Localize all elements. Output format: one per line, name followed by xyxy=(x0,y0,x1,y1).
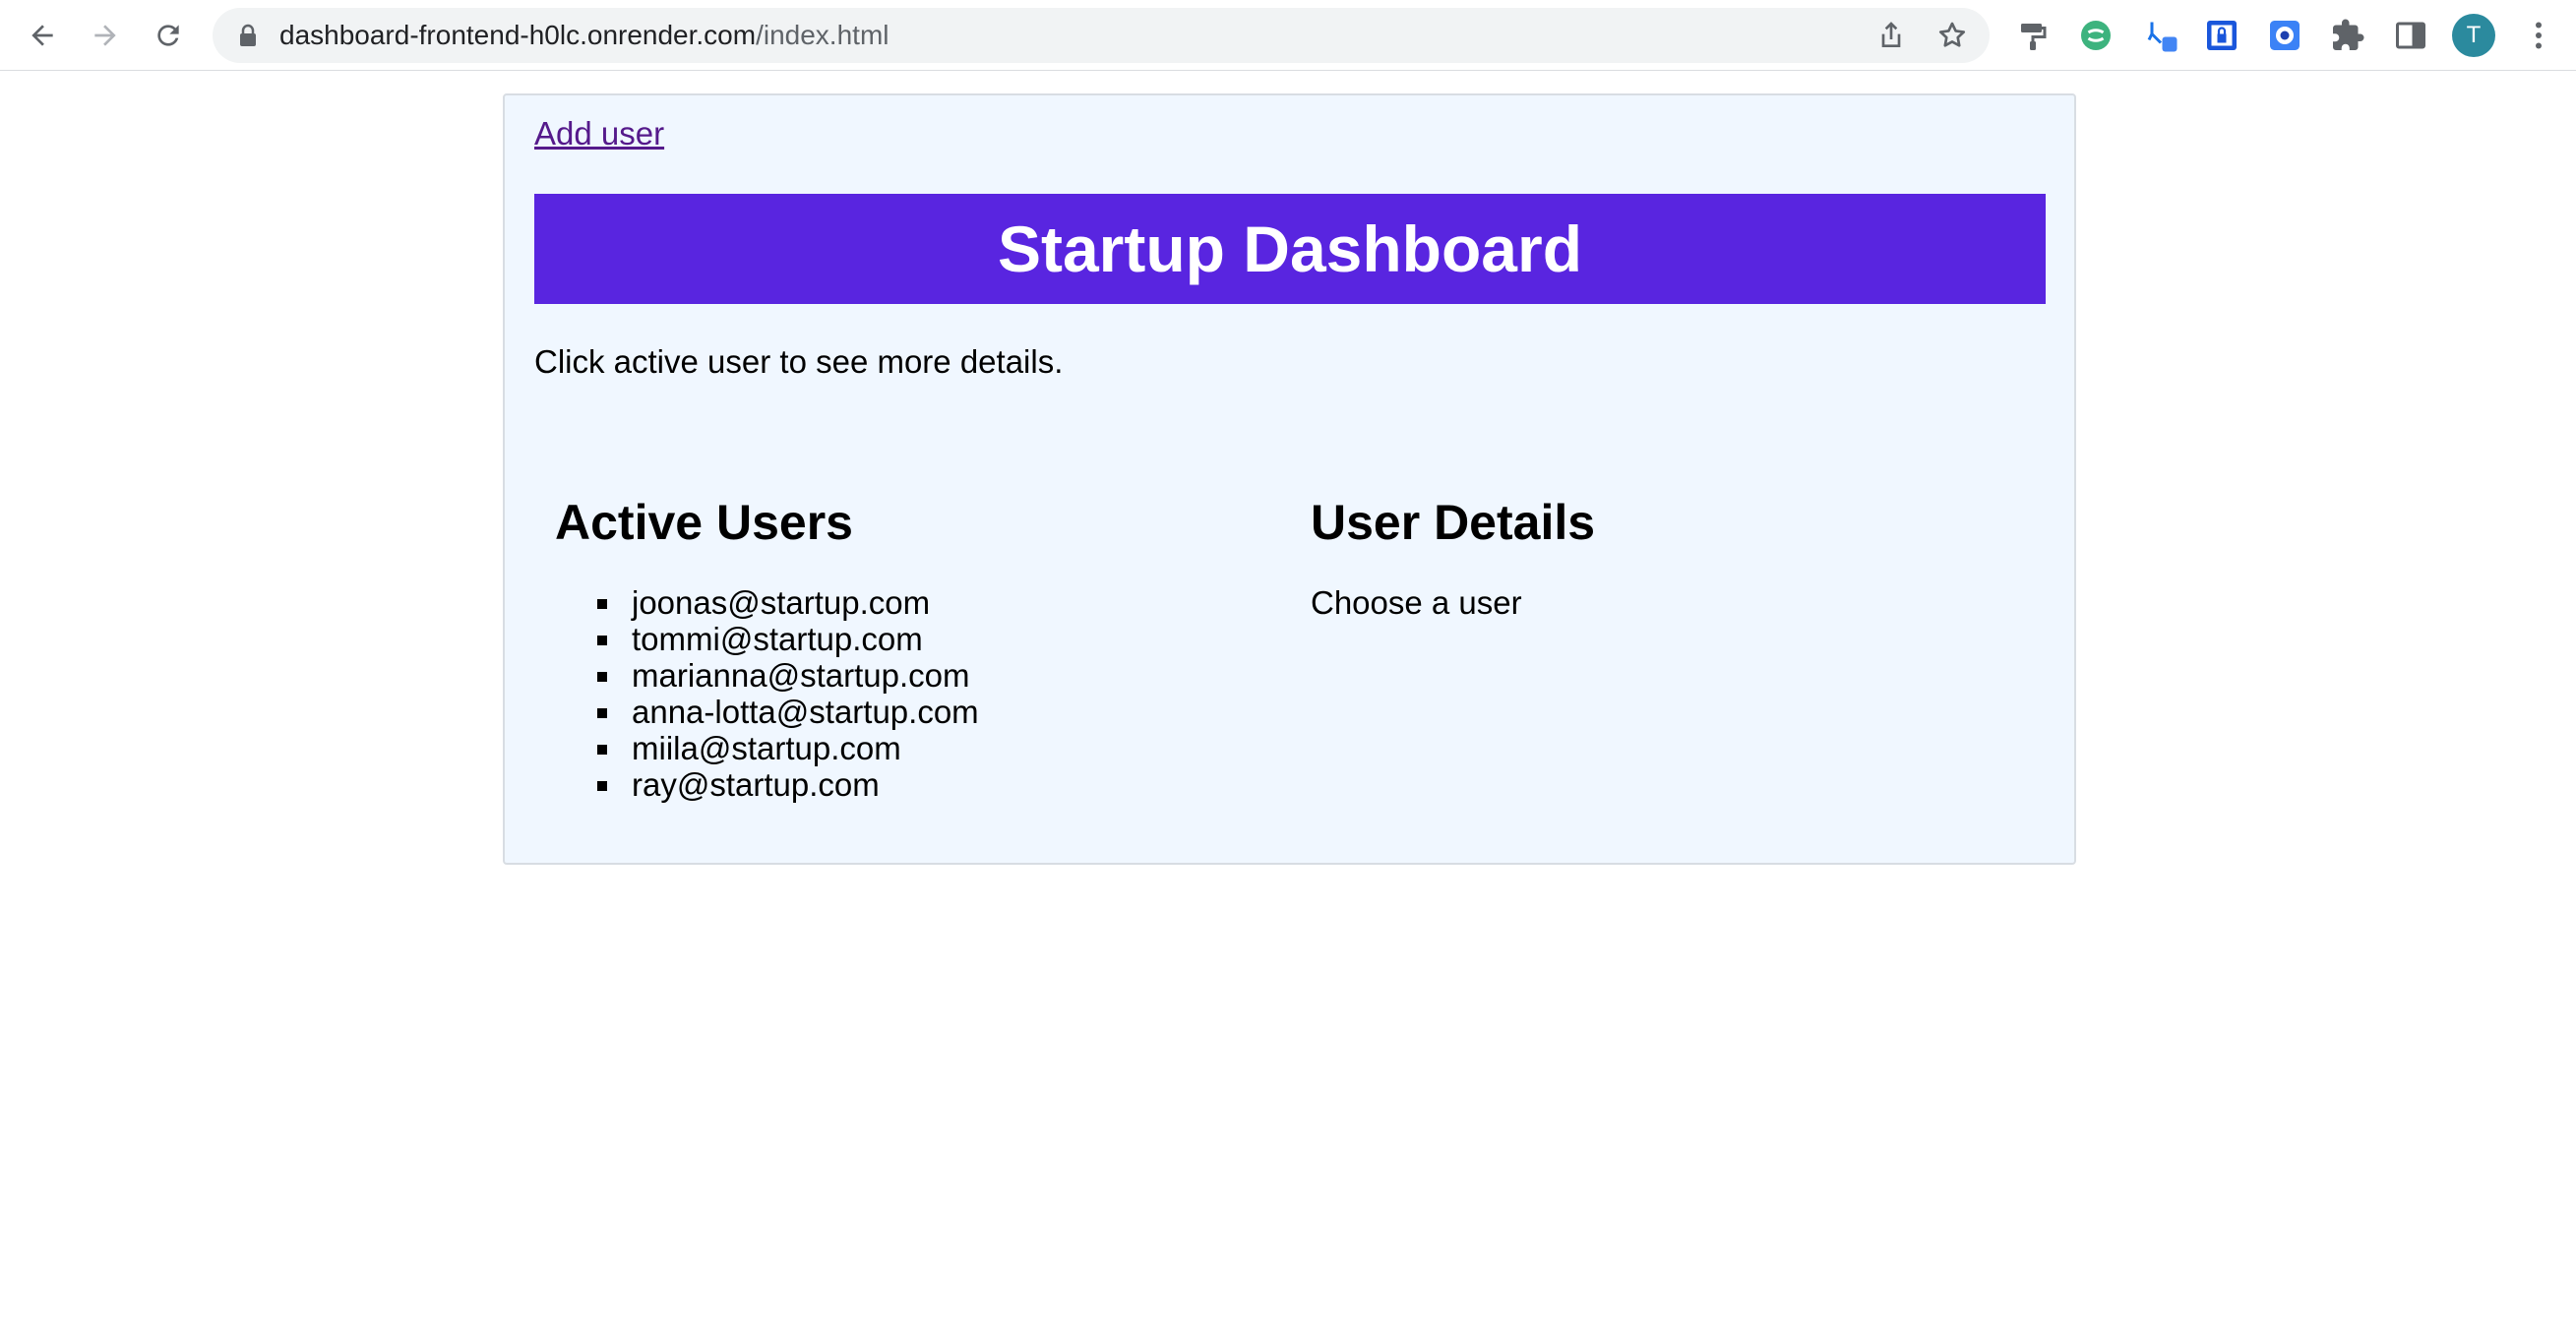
profile-avatar[interactable]: T xyxy=(2452,14,2495,57)
active-users-heading: Active Users xyxy=(555,495,853,550)
forward-button[interactable] xyxy=(83,13,128,58)
share-icon[interactable] xyxy=(1875,20,1907,51)
back-button[interactable] xyxy=(20,13,65,58)
page-title: Startup Dashboard xyxy=(997,212,1583,285)
extension-blue-link-icon[interactable] xyxy=(2141,16,2180,55)
bookmark-star-icon[interactable] xyxy=(1936,20,1968,51)
extension-blue-eye-icon[interactable] xyxy=(2265,16,2304,55)
active-users-list: joonas@startup.com tommi@startup.com mar… xyxy=(583,584,979,803)
user-list-item[interactable]: tommi@startup.com xyxy=(583,621,979,657)
extensions-puzzle-icon[interactable] xyxy=(2328,16,2367,55)
extension-green-circle-icon[interactable] xyxy=(2076,16,2116,55)
user-list-item[interactable]: joonas@startup.com xyxy=(583,584,979,621)
dashboard-card: Add user Startup Dashboard Click active … xyxy=(503,93,2076,865)
reload-icon xyxy=(157,25,179,46)
more-menu-icon[interactable] xyxy=(2521,16,2556,55)
user-details-heading: User Details xyxy=(1311,495,1596,550)
back-arrow-icon xyxy=(31,25,53,46)
forward-arrow-icon xyxy=(94,25,116,46)
lock-icon[interactable] xyxy=(236,23,260,48)
address-bar[interactable]: dashboard-frontend-h0lc.onrender.com/ind… xyxy=(213,8,1990,63)
extension-paint-roller-icon[interactable] xyxy=(2013,16,2053,55)
hint-text: Click active user to see more details. xyxy=(534,343,1064,380)
url-text[interactable]: dashboard-frontend-h0lc.onrender.com/ind… xyxy=(279,8,889,63)
user-list-item[interactable]: anna-lotta@startup.com xyxy=(583,694,979,730)
reload-button[interactable] xyxy=(146,13,191,58)
user-list-item[interactable]: miila@startup.com xyxy=(583,730,979,766)
url-path: /index.html xyxy=(756,20,889,50)
user-list-item[interactable]: ray@startup.com xyxy=(583,766,979,803)
browser-toolbar: dashboard-frontend-h0lc.onrender.com/ind… xyxy=(0,0,2576,71)
url-host: dashboard-frontend-h0lc.onrender.com xyxy=(279,20,757,50)
user-list-item[interactable]: marianna@startup.com xyxy=(583,657,979,694)
add-user-link[interactable]: Add user xyxy=(534,115,664,152)
user-details-placeholder: Choose a user xyxy=(1311,584,1522,621)
side-panel-icon[interactable] xyxy=(2391,16,2430,55)
extension-shield-lock-icon[interactable] xyxy=(2202,16,2241,55)
dashboard-header: Startup Dashboard xyxy=(534,194,2046,304)
